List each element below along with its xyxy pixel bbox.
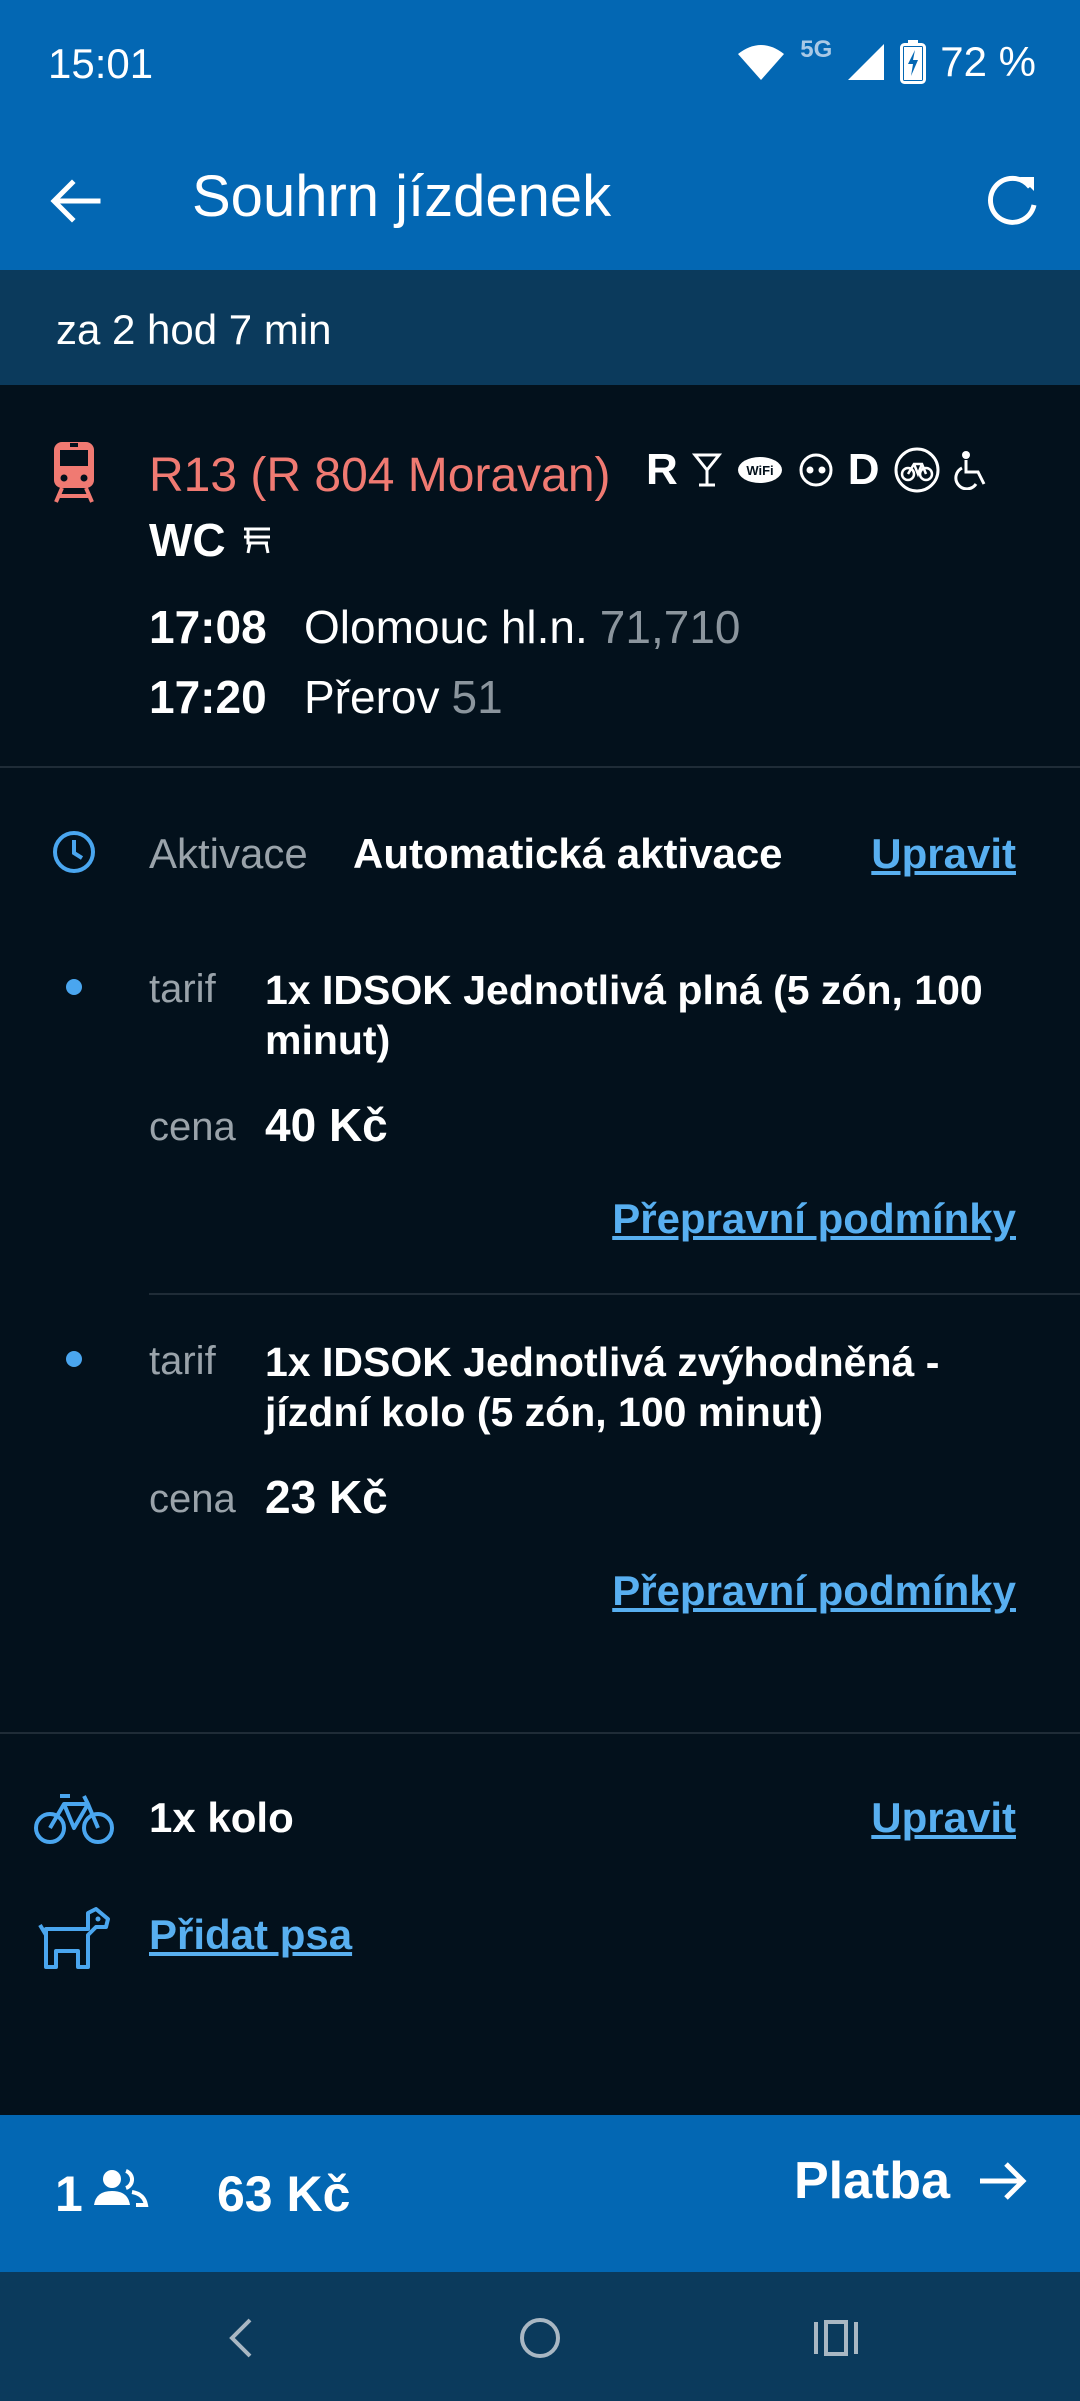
stop-platform: 71,710 (599, 601, 741, 653)
activation-row: Aktivace Automatická aktivace Upravit (0, 800, 1080, 910)
edit-activation-link[interactable]: Upravit (871, 830, 1016, 878)
activation-label: Aktivace (149, 830, 308, 877)
payment-label: Platba (793, 2152, 950, 2210)
system-nav-bar (0, 2272, 1080, 2401)
activation-value: Automatická aktivace (353, 830, 783, 877)
status-icons: 5G 72 % (736, 36, 1036, 86)
train-icon (54, 442, 94, 503)
network-type: 5G (800, 36, 833, 63)
price-label: cena (149, 1477, 236, 1521)
price-label: cena (149, 1105, 236, 1149)
tarif-value: 1x IDSOK Jednotlivá plná (5 zón, 100 min… (265, 967, 983, 1063)
battery-charging-icon (900, 40, 927, 84)
total-price: 63 Kč (217, 2166, 351, 2222)
train-name: R13 (R 804 Moravan) (149, 449, 611, 502)
refresh-icon[interactable] (980, 169, 1044, 233)
price-value: 40 Kč (265, 1099, 388, 1151)
dog-icon (38, 1907, 110, 1969)
stop-time: 17:08 (149, 601, 267, 653)
stop-platform: 51 (451, 671, 503, 723)
divider (149, 1293, 1080, 1295)
checkout-bar: 1 63 Kč Platba (0, 2115, 1080, 2272)
edit-bike-link[interactable]: Upravit (871, 1794, 1016, 1842)
trolley-icon (243, 527, 270, 554)
svg-text:WiFi: WiFi (746, 463, 773, 478)
divider (0, 1732, 1080, 1734)
add-dog-link[interactable]: Přidat psa (149, 1911, 352, 1959)
people-icon[interactable] (92, 2165, 150, 2215)
signal-icon (848, 44, 885, 80)
nav-back-icon[interactable] (212, 2308, 272, 2368)
status-time: 15:01 (48, 40, 154, 87)
ticket-item: tarif 1x IDSOK Jednotlivá plná (5 zón, 1… (0, 955, 1080, 1295)
passenger-count[interactable]: 1 (55, 2165, 83, 2223)
feature-d: D (847, 445, 880, 494)
stop-departure: 17:08 Olomouc hl.n. 71,710 (149, 600, 741, 654)
battery-level: 72 % (940, 38, 1036, 85)
bicycle-icon (34, 1794, 114, 1844)
departure-countdown: za 2 hod 7 min (0, 270, 1080, 385)
tarif-label: tarif (149, 967, 216, 1011)
stop-station: Přerov (304, 671, 440, 723)
status-bar: 15:01 5G 72 % (0, 0, 1080, 135)
nav-recents-icon[interactable] (806, 2308, 866, 2368)
ticket-item: tarif 1x IDSOK Jednotlivá zvýhodněná - j… (0, 1327, 1080, 1627)
feature-r: R (646, 445, 678, 494)
payment-button[interactable]: Platba (794, 2151, 1030, 2211)
bike-count: 1x kolo (149, 1794, 294, 1841)
tarif-value: 1x IDSOK Jednotlivá zvýhodněná - jízdní … (265, 1339, 940, 1435)
stop-station: Olomouc hl.n. (304, 601, 588, 653)
dog-row: Přidat psa (0, 1895, 1080, 1975)
train-wc: WC (149, 513, 274, 567)
train-section: R13 (R 804 Moravan) R WiFi D WC 17:08 Ol… (0, 385, 1080, 768)
tarif-label: tarif (149, 1339, 216, 1383)
transport-conditions-link[interactable]: Přepravní podmínky (612, 1567, 1016, 1615)
arrow-right-icon (980, 2162, 1027, 2200)
nav-home-icon[interactable] (510, 2308, 570, 2368)
bullet-icon (66, 979, 82, 995)
countdown-text: za 2 hod 7 min (56, 306, 332, 353)
restaurant-car-icon (691, 453, 722, 487)
couchette-icon (799, 453, 833, 487)
arrow-left-icon[interactable] (46, 171, 106, 231)
clock-icon (53, 831, 95, 873)
app-bar: Souhrn jízdenek (0, 135, 1080, 270)
bullet-icon (66, 1351, 82, 1367)
transport-conditions-link[interactable]: Přepravní podmínky (612, 1195, 1016, 1243)
bicycle-circle-icon (894, 447, 940, 493)
bike-row: 1x kolo Upravit (0, 1778, 1080, 1858)
page-title: Souhrn jízdenek (192, 164, 612, 229)
wifi-icon (738, 45, 785, 80)
stop-time: 17:20 (149, 671, 267, 723)
feature-wc: WC (149, 514, 226, 566)
train-features: R WiFi D (646, 445, 990, 495)
stop-arrival: 17:20 Přerov 51 (149, 670, 503, 724)
wheelchair-icon (953, 451, 985, 490)
price-value: 23 Kč (265, 1471, 388, 1523)
wifi-badge-icon: WiFi (737, 457, 782, 483)
